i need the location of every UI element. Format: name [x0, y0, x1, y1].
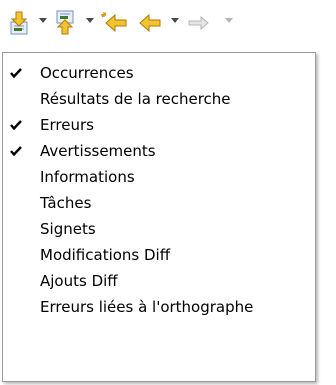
menu-item-label: Résultats de la recherche — [40, 90, 231, 108]
menu-item-label: Occurrences — [40, 64, 134, 82]
menu-item[interactable]: Erreurs liées à l'orthographe — [3, 294, 315, 320]
menu-item[interactable]: Résultats de la recherche — [3, 86, 315, 112]
menu-item[interactable]: Occurrences — [3, 60, 315, 86]
previous-annotation-button[interactable] — [52, 9, 80, 37]
checkmark-icon — [10, 146, 22, 157]
previous-annotation-dropdown[interactable] — [86, 18, 94, 23]
menu-item-label: Erreurs — [40, 116, 94, 134]
toolbar — [0, 0, 336, 46]
forward-button[interactable] — [185, 9, 215, 37]
menu-item[interactable]: Modifications Diff — [3, 242, 315, 268]
next-annotation-dropdown[interactable] — [39, 18, 47, 23]
forward-dropdown[interactable] — [225, 18, 233, 23]
back-button[interactable] — [134, 9, 164, 37]
menu-item-label: Signets — [40, 220, 96, 238]
menu-item[interactable]: Signets — [3, 216, 315, 242]
forward-arrow-icon — [188, 15, 209, 31]
menu-item-label: Informations — [40, 168, 135, 186]
last-edit-location-button[interactable] — [98, 9, 130, 37]
menu-item[interactable]: Avertissements — [3, 138, 315, 164]
last-edit-location-icon — [101, 12, 127, 33]
menu-item-label: Avertissements — [40, 142, 156, 160]
back-arrow-icon — [139, 13, 161, 33]
menu-item[interactable]: Informations — [3, 164, 315, 190]
checkmark-icon — [10, 68, 22, 79]
menu-item[interactable]: Tâches — [3, 190, 315, 216]
menu-item-label: Tâches — [40, 194, 92, 212]
menu-item-label: Modifications Diff — [40, 246, 171, 264]
back-dropdown[interactable] — [171, 18, 179, 23]
menu-item[interactable]: Ajouts Diff — [3, 268, 315, 294]
checkmark-icon — [10, 120, 22, 131]
menu-item[interactable]: Erreurs — [3, 112, 315, 138]
menu-item-label: Erreurs liées à l'orthographe — [40, 298, 254, 316]
next-annotation-icon — [10, 11, 28, 35]
menu-item-label: Ajouts Diff — [40, 272, 118, 290]
previous-annotation-icon — [56, 10, 74, 35]
next-annotation-button[interactable] — [6, 9, 34, 37]
annotation-type-menu: Occurrences Résultats de la recherche Erre… — [2, 52, 316, 382]
